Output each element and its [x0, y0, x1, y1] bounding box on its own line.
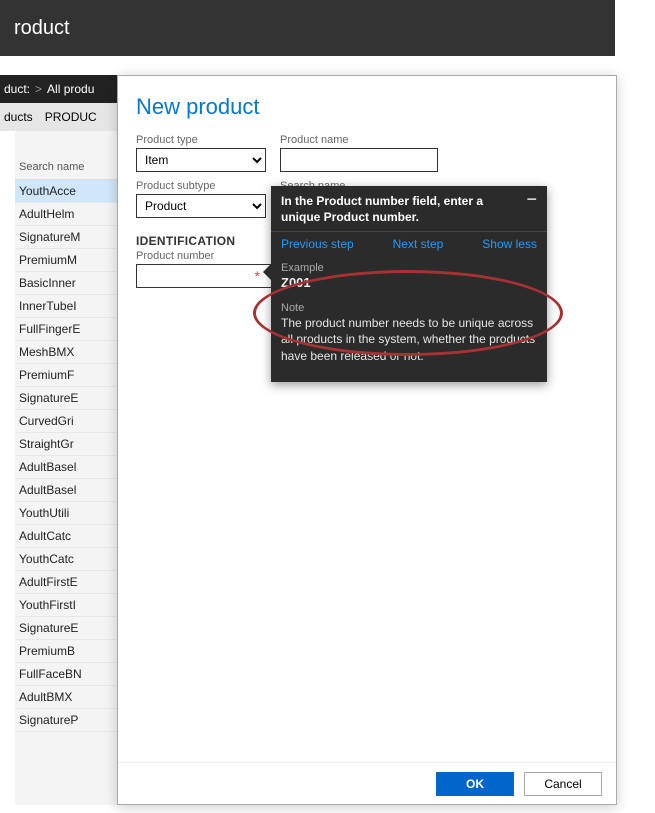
list-item[interactable]: AdultCatc	[15, 525, 117, 548]
list-item[interactable]: SignatureE	[15, 387, 117, 410]
breadcrumb-seg[interactable]: All produ	[47, 82, 94, 96]
list-item[interactable]: AdultBasel	[15, 479, 117, 502]
list-item[interactable]: PremiumF	[15, 364, 117, 387]
list-item[interactable]: AdultHelm	[15, 203, 117, 226]
tooltip-collapse-icon[interactable]: −	[526, 194, 537, 204]
tooltip-prev-link[interactable]: Previous step	[281, 237, 354, 251]
list-item[interactable]: AdultBMX	[15, 686, 117, 709]
list-item[interactable]: YouthUtili	[15, 502, 117, 525]
window-header: roduct	[0, 0, 615, 56]
tooltip-title: In the Product number field, enter a uni…	[281, 194, 518, 225]
product-type-label: Product type	[136, 134, 266, 146]
tooltip-showless-link[interactable]: Show less	[482, 237, 537, 251]
tooltip-example-value: Z001	[281, 275, 537, 290]
list-item[interactable]: FullFaceBN	[15, 663, 117, 686]
product-subtype-label: Product subtype	[136, 180, 266, 192]
list-item[interactable]: SignatureP	[15, 709, 117, 732]
list-item[interactable]: YouthCatc	[15, 548, 117, 571]
ok-button[interactable]: OK	[436, 772, 514, 796]
tooltip-note-text: The product number needs to be unique ac…	[281, 315, 537, 374]
list-item[interactable]: SignatureE	[15, 617, 117, 640]
tooltip-example-label: Example	[281, 262, 537, 274]
window-title: roduct	[14, 17, 70, 40]
product-list: Search name YouthAcceAdultHelmSignatureM…	[15, 131, 117, 805]
cancel-button[interactable]: Cancel	[524, 772, 602, 796]
list-item[interactable]: SignatureM	[15, 226, 117, 249]
breadcrumb: duct: > All produ	[0, 75, 117, 103]
list-item[interactable]: PremiumM	[15, 249, 117, 272]
list-item[interactable]: AdultBasel	[15, 456, 117, 479]
new-product-panel: New product Product type Item Product na…	[117, 75, 617, 805]
product-name-label: Product name	[280, 134, 438, 146]
product-type-select[interactable]: Item	[136, 148, 266, 172]
list-item[interactable]: StraightGr	[15, 433, 117, 456]
list-item[interactable]: BasicInner	[15, 272, 117, 295]
panel-title: New product	[136, 94, 598, 120]
list-item[interactable]: FullFingerE	[15, 318, 117, 341]
subtab-bar: ducts PRODUC	[0, 103, 117, 131]
product-number-label: Product number	[136, 250, 266, 262]
list-column-header[interactable]: Search name	[15, 131, 117, 180]
tooltip-next-link[interactable]: Next step	[393, 237, 444, 251]
identification-section-header: IDENTIFICATION	[136, 234, 266, 248]
list-item[interactable]: YouthAcce	[15, 180, 117, 203]
list-item[interactable]: AdultFirstE	[15, 571, 117, 594]
list-item[interactable]: MeshBMX	[15, 341, 117, 364]
subtab[interactable]: PRODUC	[45, 110, 97, 124]
breadcrumb-seg[interactable]: duct:	[4, 82, 30, 96]
list-item[interactable]: PremiumB	[15, 640, 117, 663]
list-item[interactable]: CurvedGri	[15, 410, 117, 433]
subtab[interactable]: ducts	[4, 110, 33, 124]
list-item[interactable]: InnerTubeI	[15, 295, 117, 318]
list-item[interactable]: YouthFirstI	[15, 594, 117, 617]
product-subtype-select[interactable]: Product	[136, 194, 266, 218]
panel-footer: OK Cancel	[118, 762, 616, 804]
tooltip-note-label: Note	[281, 302, 537, 314]
task-guide-tooltip: In the Product number field, enter a uni…	[271, 186, 547, 382]
product-name-input[interactable]	[280, 148, 438, 172]
chevron-right-icon: >	[35, 82, 42, 96]
